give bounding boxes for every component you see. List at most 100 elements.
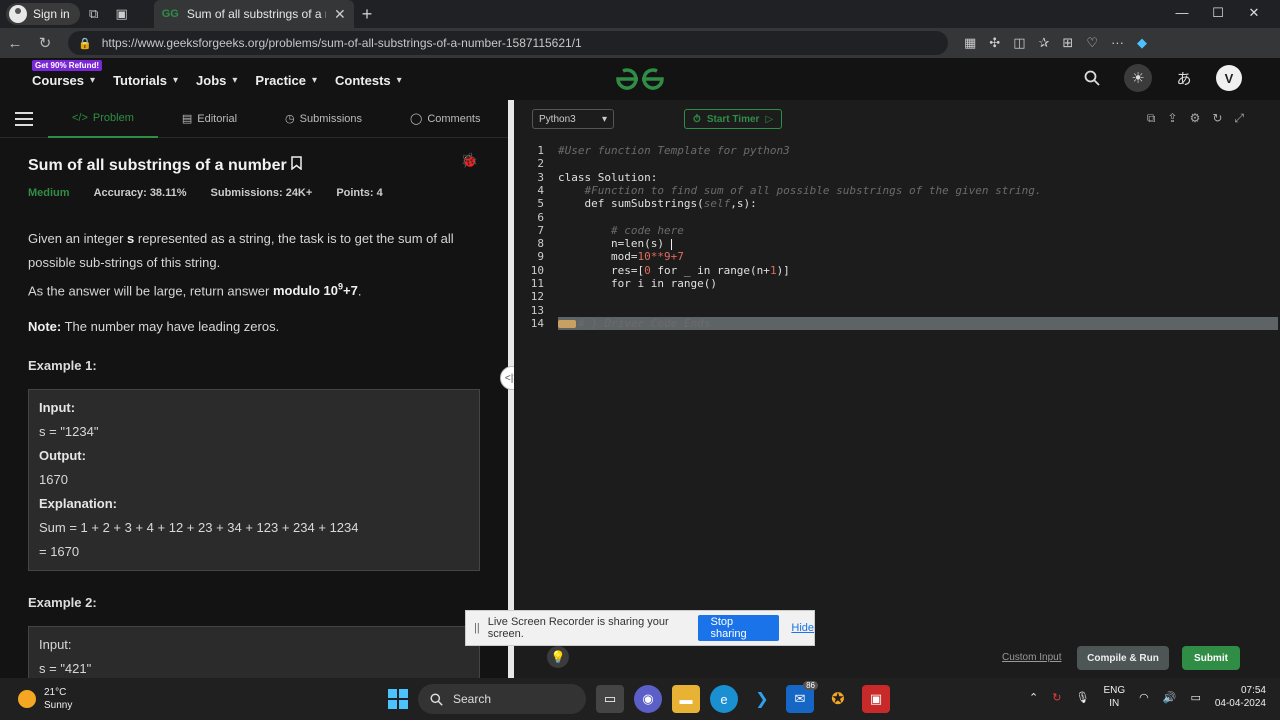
code-editor[interactable]: 1 #User function Template for python3 2 3 cl… (514, 138, 1280, 638)
tab-actions-icon[interactable]: ▣ (108, 3, 136, 25)
top-nav: Courses ▾ Tutorials ▾ Jobs ▾ Practice ▾ Cont… (32, 73, 402, 88)
sync-icon[interactable]: ↻ (1052, 691, 1061, 704)
workspaces-icon[interactable]: ⧉ (80, 3, 108, 25)
code-text: res=[0 for _ in range(n+1)] (558, 264, 790, 277)
browser-essentials-icon[interactable]: ♡ (1086, 35, 1098, 51)
copy-icon[interactable]: ⧉ (1147, 111, 1156, 126)
edge-browser-icon[interactable]: e (710, 685, 738, 713)
clock[interactable]: 07:54 04-04-2024 (1215, 684, 1266, 710)
favorites-icon[interactable]: ✰ (1039, 35, 1050, 51)
microphone-icon[interactable]: 🎙 (1075, 691, 1089, 704)
code-text: #User function Template for python3 (558, 144, 790, 157)
back-icon[interactable]: ← (0, 35, 30, 52)
url-field[interactable]: 🔒 https://www.geeksforgeeks.org/problems… (68, 31, 1280, 706)
code-line[interactable]: 5 def sumSubstrings(self,s): (514, 197, 1280, 210)
report-bug-icon[interactable]: 🐞 (461, 152, 478, 169)
search-icon (430, 692, 443, 706)
mail-app-icon[interactable]: ✉ 86 (786, 681, 818, 713)
maximize-icon[interactable]: ☐ (1200, 0, 1236, 28)
input-label: Input: (39, 400, 76, 416)
puzzle-icon[interactable]: ✣ (989, 35, 1000, 51)
lightbulb-icon[interactable]: 💡 (547, 646, 569, 668)
translate-icon[interactable]: あ (1170, 64, 1198, 92)
bookmark-icon[interactable] (290, 156, 302, 175)
code-line[interactable]: 8 n=len(s) (514, 237, 1280, 250)
code-line[interactable]: 12 (514, 290, 1280, 303)
custom-input-link[interactable]: Custom Input (1002, 652, 1061, 663)
code-text: for i in range() (558, 277, 717, 290)
menu-icon[interactable] (0, 111, 48, 126)
nav-tutorials[interactable]: Tutorials ▾ (113, 73, 178, 88)
windows-start-icon[interactable] (388, 689, 408, 709)
screen-share-bar: || Live Screen Recorder is sharing your … (465, 610, 815, 646)
volume-icon[interactable]: 🔊 (1163, 691, 1177, 704)
minimize-icon[interactable]: — (1164, 0, 1200, 28)
code-line[interactable]: 10 res=[0 for _ in range(n+1)] (514, 264, 1280, 277)
weather-condition: Sunny (44, 700, 73, 711)
collections-icon[interactable]: ⊞ (1062, 35, 1073, 51)
chevron-up-icon[interactable]: ⌃ (1029, 691, 1038, 704)
recorder-app-icon[interactable]: ▣ (862, 685, 890, 713)
code-line[interactable]: 4 #Function to find sum of all possible … (514, 184, 1280, 197)
refresh-icon[interactable]: ↻ (30, 34, 60, 52)
code-line[interactable]: 2 (514, 157, 1280, 170)
code-line[interactable]: 13 (514, 304, 1280, 317)
code-line[interactable]: 6 (514, 211, 1280, 224)
tab-problem[interactable]: </> Problem (48, 100, 158, 138)
new-tab-icon[interactable]: + (362, 4, 373, 25)
nav-jobs[interactable]: Jobs ▾ (196, 73, 237, 88)
fullscreen-icon[interactable]: ⤢ (1234, 111, 1244, 126)
teams-chat-icon[interactable]: ◉ (634, 685, 662, 713)
settings-gear-icon[interactable]: ⚙ (1190, 111, 1201, 126)
compile-run-button[interactable]: Compile & Run (1077, 646, 1169, 670)
code-line[interactable]: 9 mod=10**9+7 (514, 250, 1280, 263)
code-line[interactable]: 7 # code here (514, 224, 1280, 237)
tab-comments[interactable]: ◯ Comments (386, 100, 505, 138)
more-options-icon[interactable]: ··· (1111, 35, 1124, 51)
desc-text: Given an integer (28, 231, 128, 246)
nav-label: Contests (335, 72, 391, 88)
code-line[interactable]: 3 class Solution: (514, 171, 1280, 184)
theme-toggle-sun-icon[interactable]: ☀ (1124, 64, 1152, 92)
extension-icon[interactable]: ▦ (964, 35, 976, 51)
tab-editorial[interactable]: ▤ Editorial (158, 100, 261, 138)
battery-icon[interactable]: ▭ (1190, 691, 1200, 704)
start-timer-button[interactable]: ⏱ Start Timer ▷ (684, 109, 783, 129)
weather-widget[interactable]: 21°C Sunny (18, 686, 72, 712)
medal-app-icon[interactable]: ✪ (824, 685, 852, 713)
line-number: 2 (537, 157, 544, 171)
gfg-favicon-icon: GG (161, 8, 179, 20)
browser-tab-active[interactable]: GG Sum of all substrings of a numbe ✕ (153, 0, 354, 28)
code-line[interactable]: 11 for i in range() (514, 277, 1280, 290)
upload-icon[interactable]: ⇪ (1168, 111, 1178, 126)
gfg-logo-icon[interactable] (614, 66, 666, 92)
taskbar-search[interactable]: Search (418, 684, 586, 714)
file-explorer-icon[interactable]: ▬ (672, 685, 700, 713)
code-line[interactable]: 1 #User function Template for python3 (514, 144, 1280, 157)
user-avatar[interactable]: V (1216, 65, 1242, 91)
vscode-icon[interactable]: ❯ (748, 685, 776, 713)
nav-label: Jobs (196, 72, 227, 88)
wifi-icon[interactable]: ◠ (1139, 691, 1149, 704)
fold-marker-icon[interactable] (558, 319, 576, 328)
submit-button[interactable]: Submit (1182, 646, 1240, 670)
copilot-icon[interactable]: ◆ (1137, 35, 1147, 51)
close-tab-icon[interactable]: ✕ (334, 6, 346, 23)
stop-sharing-button[interactable]: Stop sharing (698, 615, 780, 641)
tab-submissions[interactable]: ◷ Submissions (261, 100, 386, 138)
sign-in-button[interactable]: Sign in (6, 3, 80, 25)
nav-contests[interactable]: Contests ▾ (335, 73, 402, 88)
refund-badge[interactable]: Get 90% Refund! (32, 60, 103, 71)
hide-link[interactable]: Hide (791, 622, 814, 634)
search-icon[interactable] (1078, 64, 1106, 92)
code-line[interactable]: 14 # } Driver Code Ends (514, 316, 1280, 330)
nav-courses[interactable]: Courses ▾ (32, 73, 95, 88)
split-screen-icon[interactable]: ◫ (1013, 35, 1025, 51)
close-window-icon[interactable]: ✕ (1236, 0, 1272, 28)
language-select[interactable]: Python3 ▾ (532, 109, 614, 129)
task-view-icon[interactable]: ▭ (596, 685, 624, 713)
line-number: 10 (530, 263, 544, 277)
reset-icon[interactable]: ↻ (1212, 111, 1222, 126)
nav-practice[interactable]: Practice ▾ (255, 73, 317, 88)
input-language[interactable]: ENG IN (1103, 684, 1125, 710)
